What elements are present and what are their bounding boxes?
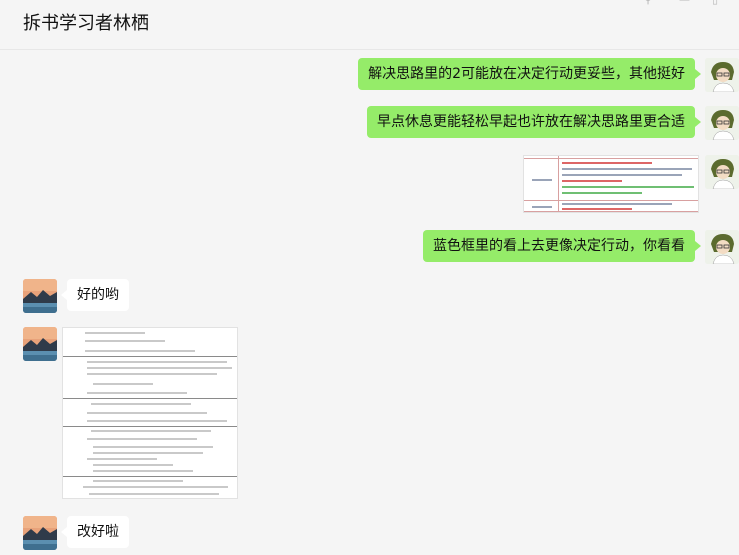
self-avatar[interactable] <box>705 106 739 140</box>
cartoon-avatar-icon <box>705 58 739 92</box>
minimize-icon[interactable]: — <box>679 0 690 6</box>
outgoing-message[interactable]: 蓝色框里的看上去更像决定行动，你看看 <box>423 230 701 262</box>
maximize-icon[interactable]: ▯ <box>712 0 718 6</box>
pin-icon[interactable]: ⚲ <box>644 0 652 6</box>
table-screenshot-image[interactable] <box>523 155 699 213</box>
self-avatar[interactable] <box>705 230 739 264</box>
contact-avatar[interactable] <box>23 327 57 361</box>
landscape-avatar-icon <box>23 279 57 313</box>
contact-avatar[interactable] <box>23 516 57 550</box>
cartoon-avatar-icon <box>705 155 739 189</box>
contact-avatar[interactable] <box>23 279 57 313</box>
incoming-message[interactable]: 好的哟 <box>61 279 129 311</box>
landscape-avatar-icon <box>23 516 57 550</box>
self-avatar[interactable] <box>705 155 739 189</box>
incoming-message[interactable]: 改好啦 <box>61 516 129 548</box>
document-screenshot-image[interactable] <box>62 327 238 499</box>
chat-header: 拆书学习者林栖 ⚲ — ▯ <box>0 0 739 50</box>
outgoing-message[interactable]: 解决思路里的2可能放在决定行动更妥些，其他挺好 <box>358 58 701 90</box>
outgoing-message[interactable]: 早点休息更能轻松早起也许放在解决思路里更合适 <box>367 106 701 138</box>
cartoon-avatar-icon <box>705 230 739 264</box>
landscape-avatar-icon <box>23 327 57 361</box>
self-avatar[interactable] <box>705 58 739 92</box>
cartoon-avatar-icon <box>705 106 739 140</box>
chat-title: 拆书学习者林栖 <box>23 13 149 34</box>
